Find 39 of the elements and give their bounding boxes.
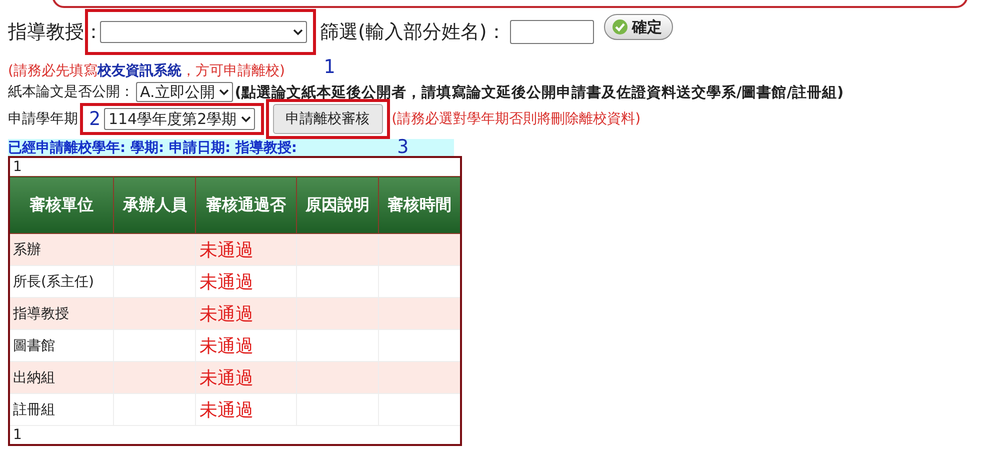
annotation-number: 1 [324,56,335,78]
status-cell: 未通過 [196,362,297,394]
column-header: 承辦人員 [114,176,196,234]
advisor-select[interactable] [100,21,307,43]
term-select[interactable]: 114學年度第2學期 [104,108,255,130]
confirm-button[interactable]: 確定 [604,14,673,40]
publish-label: 紙本論文是否公開： [8,83,134,101]
notice-text: (請務必先填寫校友資訊系統，方可申請離校) [8,62,285,80]
check-icon [610,19,629,35]
status-cell: 未通過 [196,266,297,298]
annotation-number: 2 [89,108,100,130]
column-header: 審核通過否 [196,176,297,234]
term-label: 申請學年期 [8,110,78,128]
status-cell: 未通過 [196,394,297,426]
column-header: 原因說明 [296,176,378,234]
chevron-down-icon [218,88,229,96]
column-header: 審核單位 [9,176,114,234]
page-number: 1 [9,426,461,445]
publish-note: (點選論文紙本延後公開者，請填寫論文延後公開申請書及佐證資料送交學系/圖書館/註冊組) [234,83,844,102]
table-cell: 指導教授 [9,298,114,330]
term-warning: (請務必選對學年期否則將刪除離校資料) [392,110,641,128]
name-filter-field[interactable] [510,20,594,44]
table-cell: 系辦 [9,234,114,266]
chevron-down-icon [293,28,303,36]
apply-button[interactable]: 申請離校審核 [272,104,383,134]
publish-select[interactable]: A.立即公開 [136,82,233,102]
table-cell: 出納組 [9,362,114,394]
table-cell: 註冊組 [9,394,114,426]
page-number: 1 [9,157,461,176]
column-header: 審核時間 [378,176,461,234]
table-cell: 所長(系主任) [9,266,114,298]
advisor-label: 指導教授： [8,20,103,45]
status-cell: 未通過 [196,298,297,330]
chevron-down-icon [240,116,251,122]
table-cell: 圖書館 [9,330,114,362]
filter-label: 篩選(輸入部分姓名)： [320,20,506,45]
annotation-number: 3 [397,136,409,158]
status-cell: 未通過 [196,330,297,362]
status-cell: 未通過 [196,234,297,266]
